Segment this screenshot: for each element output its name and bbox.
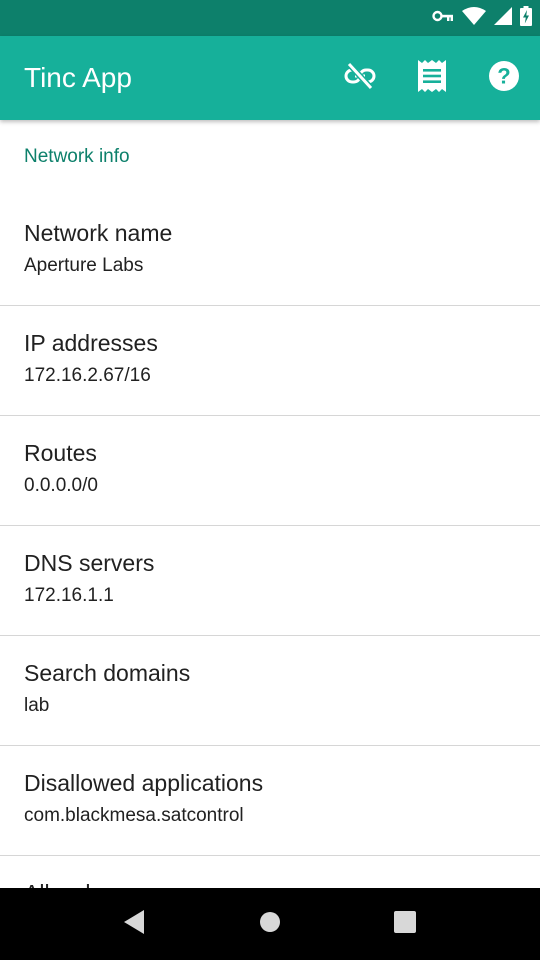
pref-allow-bypass[interactable]: Allow bypass	[0, 856, 540, 888]
pref-disallowed-applications[interactable]: Disallowed applications com.blackmesa.sa…	[0, 746, 540, 856]
navigation-bar	[0, 888, 540, 960]
pref-summary: 172.16.1.1	[24, 585, 114, 606]
help-button[interactable]: ?	[478, 52, 530, 104]
pref-title: Allow bypass	[24, 876, 516, 888]
app-bar: Tinc App ?	[0, 36, 540, 120]
pref-title: Search domains	[24, 660, 191, 686]
help-icon: ?	[488, 60, 520, 97]
app-title: Tinc App	[24, 62, 132, 93]
back-icon	[122, 909, 146, 940]
log-button[interactable]	[406, 52, 458, 104]
pref-ip-addresses[interactable]: IP addresses 172.16.2.67/16	[0, 306, 540, 416]
preferences-list: Network info Network name Aperture Labs …	[0, 120, 540, 888]
svg-text:?: ?	[497, 63, 510, 88]
cell-signal-icon	[494, 6, 512, 30]
pref-network-name[interactable]: Network name Aperture Labs	[0, 196, 540, 306]
home-icon	[259, 911, 281, 938]
pref-summary: com.blackmesa.satcontrol	[24, 805, 244, 826]
link-off-icon	[344, 60, 376, 97]
disconnect-button[interactable]	[334, 52, 386, 104]
home-button[interactable]	[240, 898, 300, 950]
pref-title: DNS servers	[24, 550, 155, 576]
section-header-network-info: Network info	[24, 146, 130, 167]
pref-title: Routes	[24, 440, 97, 466]
pref-title: IP addresses	[24, 330, 158, 356]
battery-charging-icon	[520, 5, 532, 31]
status-icons	[432, 5, 532, 31]
vpn-key-icon	[432, 9, 454, 28]
pref-summary: lab	[24, 695, 50, 716]
status-bar	[0, 0, 540, 36]
pref-title: Network name	[24, 220, 173, 246]
recents-button[interactable]	[375, 898, 435, 950]
pref-title: Disallowed applications	[24, 770, 264, 796]
pref-routes[interactable]: Routes 0.0.0.0/0	[0, 416, 540, 526]
receipt-log-icon	[418, 59, 446, 97]
recents-icon	[394, 910, 416, 938]
back-button[interactable]	[104, 898, 164, 950]
pref-dns-servers[interactable]: DNS servers 172.16.1.1	[0, 526, 540, 636]
wifi-icon	[462, 6, 486, 30]
pref-search-domains[interactable]: Search domains lab	[0, 636, 540, 746]
pref-summary: 172.16.2.67/16	[24, 365, 151, 386]
pref-summary: Aperture Labs	[24, 255, 144, 276]
pref-summary: 0.0.0.0/0	[24, 475, 98, 496]
